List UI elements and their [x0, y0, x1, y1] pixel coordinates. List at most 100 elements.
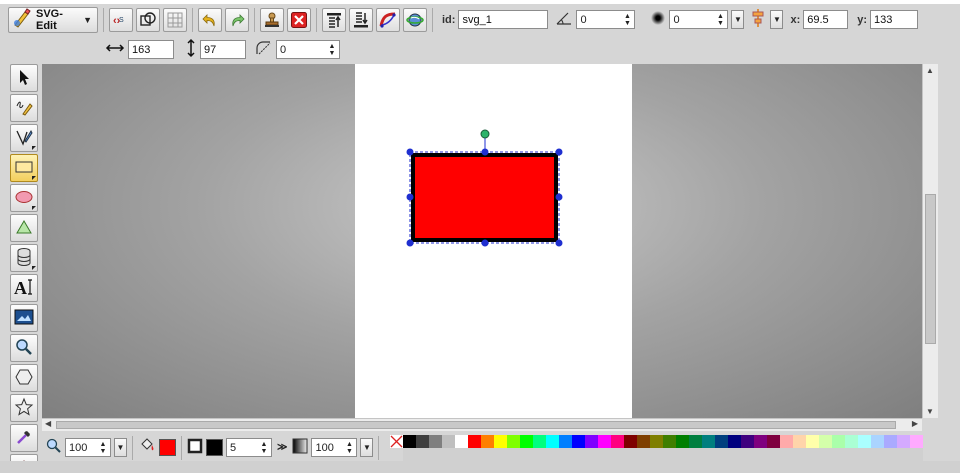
red-rectangle-shape[interactable]	[411, 153, 558, 242]
palette-color-swatch[interactable]	[611, 447, 625, 461]
palette-color-swatch[interactable]	[403, 447, 417, 461]
zoom-tool[interactable]	[10, 334, 38, 362]
path-tool[interactable]	[10, 124, 38, 152]
palette-color-swatch[interactable]	[819, 447, 833, 461]
spin-arrows-icon[interactable]: ▲ ▼	[325, 43, 339, 57]
text-tool[interactable]: A	[10, 274, 38, 302]
palette-color-swatch[interactable]	[780, 447, 794, 461]
palette-color-swatch[interactable]	[676, 447, 690, 461]
resize-handle-w[interactable]	[406, 193, 414, 201]
main-menu-button[interactable]: SVG-Edit ▼	[8, 6, 98, 33]
undo-button[interactable]	[198, 7, 222, 32]
palette-color-swatch[interactable]	[572, 434, 586, 448]
palette-color-swatch[interactable]	[702, 447, 716, 461]
stroke-color-swatch[interactable]	[206, 439, 223, 456]
spin-arrows-icon[interactable]: ▲ ▼	[96, 441, 110, 455]
palette-color-swatch[interactable]	[728, 434, 742, 448]
palette-color-swatch[interactable]	[793, 434, 807, 448]
corner-radius-spinner[interactable]: 0 ▲ ▼	[276, 40, 340, 59]
resize-handle-ne[interactable]	[555, 148, 563, 156]
star-tool[interactable]	[10, 394, 38, 422]
palette-color-swatch[interactable]	[559, 434, 573, 448]
vertical-scroll-thumb[interactable]	[925, 194, 936, 344]
palette-color-swatch[interactable]	[650, 447, 664, 461]
palette-color-swatch[interactable]	[715, 447, 729, 461]
palette-color-swatch[interactable]	[728, 447, 742, 461]
height-input[interactable]	[200, 40, 246, 59]
palette-color-swatch[interactable]	[598, 447, 612, 461]
palette-color-swatch[interactable]	[416, 434, 430, 448]
spin-arrows-icon[interactable]: ▲ ▼	[713, 13, 727, 27]
palette-color-swatch[interactable]	[559, 447, 573, 461]
scroll-right-icon[interactable]: ▶	[912, 419, 918, 428]
vertical-scrollbar[interactable]: ▲ ▼	[922, 64, 938, 418]
scroll-left-icon[interactable]: ◀	[45, 419, 51, 428]
stroke-style-chevron-icon[interactable]: ≫	[277, 442, 287, 453]
palette-color-swatch[interactable]	[832, 434, 846, 448]
resize-handle-e[interactable]	[555, 193, 563, 201]
palette-color-swatch[interactable]	[468, 447, 482, 461]
palette-color-swatch[interactable]	[806, 434, 820, 448]
palette-color-swatch[interactable]	[884, 434, 898, 448]
ellipse-tool[interactable]	[10, 184, 38, 212]
palette-color-swatch[interactable]	[481, 434, 495, 448]
palette-color-swatch[interactable]	[468, 434, 482, 448]
spin-arrows-icon[interactable]: ▲ ▼	[257, 441, 271, 455]
palette-color-swatch[interactable]	[455, 434, 469, 448]
palette-color-swatch[interactable]	[871, 434, 885, 448]
palette-color-swatch[interactable]	[663, 434, 677, 448]
wireframe-button[interactable]	[136, 7, 160, 32]
scroll-up-icon[interactable]: ▲	[926, 66, 934, 75]
workarea[interactable]	[42, 64, 922, 418]
resize-handle-s[interactable]	[481, 239, 489, 247]
rotate-handle[interactable]	[480, 129, 490, 139]
palette-color-swatch[interactable]	[910, 447, 924, 461]
palette-color-swatch[interactable]	[858, 434, 872, 448]
palette-color-swatch[interactable]	[741, 447, 755, 461]
spin-arrows-icon[interactable]: ▲ ▼	[620, 13, 634, 27]
redo-button[interactable]	[225, 7, 249, 32]
palette-color-swatch[interactable]	[455, 447, 469, 461]
zoom-spinner[interactable]: 100 ▲ ▼	[65, 438, 111, 457]
clone-button[interactable]	[260, 7, 284, 32]
palette-color-swatch[interactable]	[546, 434, 560, 448]
palette-color-swatch[interactable]	[702, 434, 716, 448]
palette-color-swatch[interactable]	[520, 447, 534, 461]
palette-color-swatch[interactable]	[897, 434, 911, 448]
palette-color-swatch[interactable]	[611, 434, 625, 448]
palette-color-swatch[interactable]	[767, 447, 781, 461]
palette-color-swatch[interactable]	[819, 434, 833, 448]
palette-color-swatch[interactable]	[507, 434, 521, 448]
palette-color-swatch[interactable]	[715, 434, 729, 448]
move-bottom-button[interactable]	[349, 7, 373, 32]
palette-color-swatch[interactable]	[754, 447, 768, 461]
palette-color-swatch[interactable]	[494, 447, 508, 461]
horizontal-scroll-thumb[interactable]	[56, 421, 896, 429]
palette-color-swatch[interactable]	[507, 447, 521, 461]
delete-button[interactable]	[287, 7, 311, 32]
zoom-dropdown-button[interactable]: ▼	[114, 438, 127, 457]
palette-color-swatch[interactable]	[585, 447, 599, 461]
resize-handle-sw[interactable]	[406, 239, 414, 247]
palette-color-swatch[interactable]	[858, 447, 872, 461]
palette-color-swatch[interactable]	[806, 447, 820, 461]
blur-spinner[interactable]: 0 ▲ ▼	[669, 10, 729, 29]
resize-handle-se[interactable]	[555, 239, 563, 247]
palette-color-swatch[interactable]	[637, 434, 651, 448]
palette-color-swatch[interactable]	[520, 434, 534, 448]
palette-color-swatch[interactable]	[585, 434, 599, 448]
palette-color-swatch[interactable]	[533, 447, 547, 461]
grid-button[interactable]	[163, 7, 187, 32]
y-input[interactable]	[870, 10, 919, 29]
palette-color-swatch[interactable]	[429, 447, 443, 461]
horizontal-scrollbar[interactable]: ◀ ▶	[42, 418, 922, 431]
opacity-dropdown-button[interactable]: ▼	[360, 438, 374, 457]
palette-color-swatch[interactable]	[598, 434, 612, 448]
palette-color-swatch[interactable]	[663, 447, 677, 461]
palette-color-swatch[interactable]	[637, 447, 651, 461]
palette-color-swatch[interactable]	[884, 447, 898, 461]
pencil-tool[interactable]	[10, 94, 38, 122]
palette-color-swatch[interactable]	[533, 434, 547, 448]
palette-color-swatch[interactable]	[481, 447, 495, 461]
palette-color-swatch[interactable]	[416, 447, 430, 461]
